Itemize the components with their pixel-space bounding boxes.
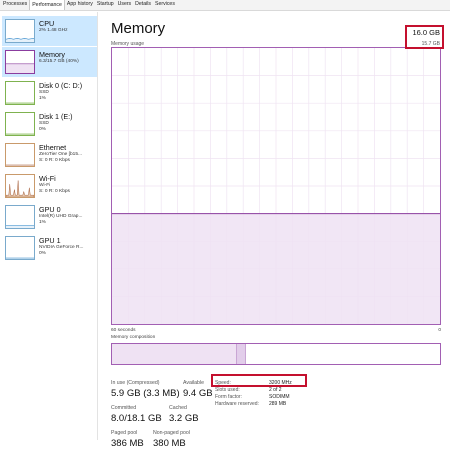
- cached-label: Cached: [169, 405, 187, 411]
- in-use-label: In use (Compressed): [111, 380, 160, 386]
- sidebar-item-detail: 6.3/15.7 GB (40%): [39, 59, 79, 64]
- committed-label: Committed: [111, 405, 137, 411]
- hardware-reserved-value: 289 MB: [269, 401, 287, 407]
- sidebar-item-wifi[interactable]: Wi-Fi Wi-Fi S: 0 R: 0 Kbps: [2, 171, 97, 201]
- memory-usage-chart: [112, 48, 440, 324]
- tab-performance[interactable]: Performance: [29, 0, 65, 10]
- disk-graph-icon: [5, 112, 35, 136]
- sidebar-item-throughput: S: 0 R: 0 Kbps: [39, 189, 70, 194]
- speed-value: 3200 MHz: [269, 380, 292, 386]
- gpu-graph-icon: [5, 205, 35, 229]
- sidebar-item-ethernet[interactable]: Ethernet ZeroTier One [b15... S: 0 R: 0 …: [2, 140, 97, 170]
- cached-value: 3.2 GB: [169, 413, 199, 424]
- sidebar-item-memory[interactable]: Memory 6.3/15.7 GB (40%): [2, 47, 97, 77]
- form-factor-label: Form factor:: [215, 394, 242, 400]
- hardware-reserved-label: Hardware reserved:: [215, 401, 259, 407]
- sidebar-item-label: Memory: [39, 50, 65, 59]
- sidebar-item-usage: 0%: [39, 127, 46, 132]
- sidebar-item-label: Disk 0 (C: D:): [39, 81, 83, 90]
- tab-strip: Processes Performance App history Startu…: [0, 0, 450, 11]
- sidebar-item-usage: 0%: [39, 251, 46, 256]
- memory-graph-icon: [5, 50, 35, 74]
- sidebar-item-detail: 2% 1.48 GHz: [39, 28, 68, 33]
- sidebar-item-gpu-0[interactable]: GPU 0 Intel(R) UHD Grap... 1%: [2, 202, 97, 232]
- memory-panel: Memory 16.0 GB Memory usage 15.7 GB 60 s…: [99, 12, 450, 449]
- time-axis-start: 60 seconds: [111, 328, 136, 333]
- sidebar-item-usage: 1%: [39, 96, 46, 101]
- composition-segment: [112, 344, 237, 364]
- available-label: Available: [183, 380, 204, 386]
- sidebar-item-label: Wi-Fi: [39, 174, 56, 183]
- usage-area: [112, 213, 440, 324]
- cpu-graph-icon: [5, 19, 35, 43]
- wifi-graph-icon: [5, 174, 35, 198]
- tab-details[interactable]: Details: [133, 0, 153, 10]
- available-value: 9.4 GB: [183, 388, 213, 399]
- gpu-graph-icon: [5, 236, 35, 260]
- tab-startup[interactable]: Startup: [95, 0, 116, 10]
- in-use-value: 5.9 GB (3.3 MB): [111, 388, 180, 399]
- memory-usage-graph: [111, 47, 441, 325]
- memory-composition-bar: [111, 343, 441, 365]
- composition-segment: [236, 344, 247, 364]
- sidebar-item-label: Ethernet: [39, 143, 67, 152]
- sidebar-item-label: CPU: [39, 19, 55, 28]
- non-paged-pool-label: Non-paged pool: [153, 430, 190, 436]
- form-factor-value: SODIMM: [269, 394, 290, 400]
- disk-graph-icon: [5, 81, 35, 105]
- sidebar-item-throughput: S: 0 R: 0 Kbps: [39, 158, 70, 163]
- ethernet-graph-icon: [5, 143, 35, 167]
- tab-app-history[interactable]: App history: [65, 0, 95, 10]
- sidebar-item-label: Disk 1 (E:): [39, 112, 73, 121]
- sidebar-item-disk-1[interactable]: Disk 1 (E:) SSD 0%: [2, 109, 97, 139]
- tab-users[interactable]: Users: [116, 0, 134, 10]
- resource-sidebar: CPU 2% 1.48 GHz Memory 6.3/15.7 GB (40%)…: [0, 12, 98, 440]
- sidebar-item-disk-0[interactable]: Disk 0 (C: D:) SSD 1%: [2, 78, 97, 108]
- total-memory: 16.0 GB: [412, 28, 440, 37]
- composition-segment: [246, 344, 440, 364]
- paged-pool-label: Paged pool: [111, 430, 138, 436]
- committed-value: 8.0/18.1 GB: [111, 413, 162, 424]
- sidebar-item-cpu[interactable]: CPU 2% 1.48 GHz: [2, 16, 97, 46]
- tab-services[interactable]: Services: [153, 0, 177, 10]
- tab-processes[interactable]: Processes: [1, 0, 29, 10]
- sidebar-item-gpu-1[interactable]: GPU 1 NVIDIA GeForce R... 0%: [2, 233, 97, 263]
- page-title: Memory: [111, 20, 166, 37]
- sidebar-item-usage: 1%: [39, 220, 46, 225]
- speed-label: Speed:: [215, 380, 231, 386]
- time-axis-end: 0: [438, 328, 441, 333]
- sidebar-item-label: GPU 1: [39, 236, 61, 245]
- composition-label: Memory composition: [111, 335, 156, 340]
- sidebar-item-label: GPU 0: [39, 205, 61, 214]
- slots-label: Slots used:: [215, 387, 240, 393]
- slots-value: 2 of 2: [269, 387, 282, 393]
